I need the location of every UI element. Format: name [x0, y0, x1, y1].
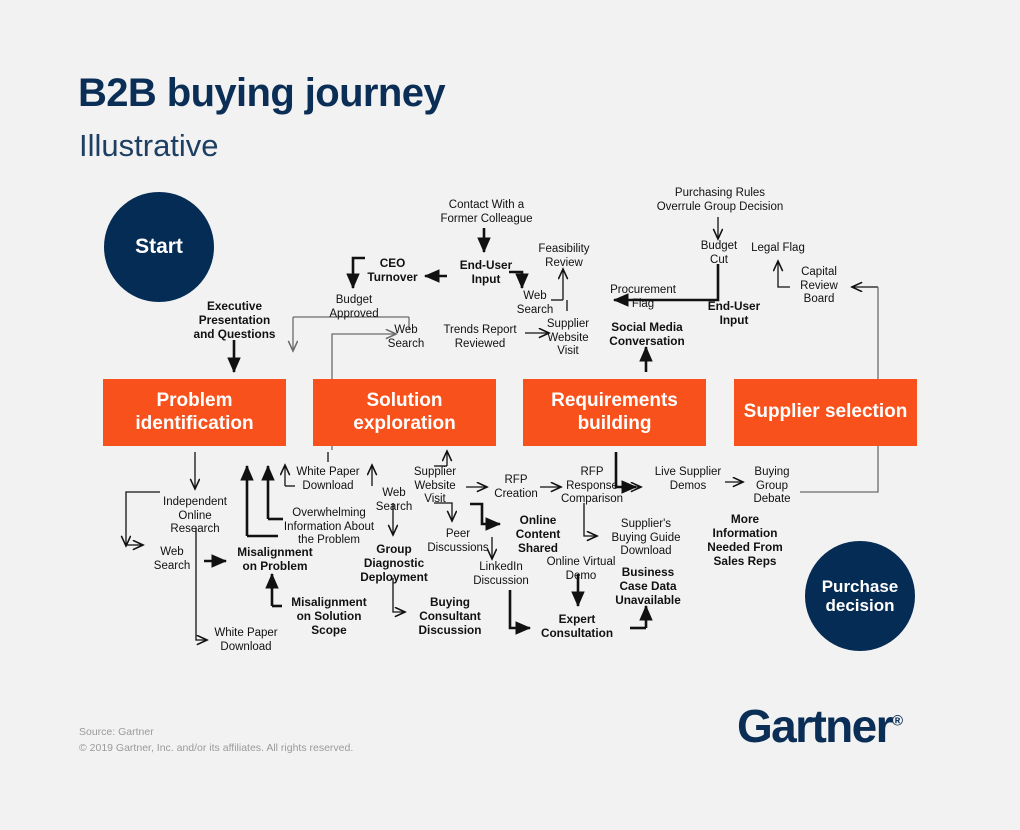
stage-solution-exploration: Solution exploration	[313, 379, 496, 446]
start-node: Start	[104, 192, 214, 302]
node-white-paper-download-upper: White Paper Download	[296, 466, 360, 492]
node-contact-with-a-former-colleague: Contact With a Former Colleague	[440, 199, 533, 225]
node-budget-approved: Budget Approved	[329, 294, 379, 320]
node-linkedin-discussion: LinkedIn Discussion	[473, 561, 529, 587]
node-misalignment-on-solution-scope: Misalignment on Solution Scope	[291, 595, 367, 637]
node-peer-discussions: Peer Discussions	[427, 528, 489, 554]
node-live-supplier-demos: Live Supplier Demos	[654, 466, 722, 492]
node-business-case-data-unavailable: Business Case Data Unavailable	[615, 565, 681, 607]
node-procurement-flag: Procurement Flag	[610, 284, 676, 310]
node-rfp-response-comparison: RFP Response Comparison	[561, 466, 623, 506]
node-social-media-conversation: Social Media Conversation	[609, 320, 685, 348]
node-end-user-input-top-right: End-User Input	[707, 299, 761, 327]
node-rfp-creation: RFP Creation	[494, 474, 538, 500]
page-subtitle: Illustrative	[79, 128, 219, 163]
node-buying-consultant-discussion: Buying Consultant Discussion	[418, 595, 482, 637]
node-web-search-left: Web Search	[153, 546, 191, 572]
node-white-paper-download-left: White Paper Download	[214, 627, 278, 653]
page-title: B2B buying journey	[78, 71, 446, 115]
node-independent-online-research: Independent Online Research	[163, 496, 227, 536]
node-supplier-website-visit-below: Supplier Website Visit	[413, 466, 457, 506]
stage-problem-identification: Problem identification	[103, 379, 286, 446]
node-misalignment-on-problem: Misalignment on Problem	[237, 545, 313, 573]
purchase-decision-node: Purchase decision	[805, 541, 915, 651]
node-expert-consultation: Expert Consultation	[540, 612, 614, 640]
node-buying-group-debate: Buying Group Debate	[753, 466, 791, 506]
node-web-search-feasibility: Web Search	[516, 290, 554, 316]
node-supplier-website-visit-top: Supplier Website Visit	[546, 318, 590, 358]
node-end-user-input-top-left: End-User Input	[459, 258, 513, 286]
stage-requirements-building: Requirements building	[523, 379, 706, 446]
node-purchasing-rules-overrule-group-decision: Purchasing Rules Overrule Group Decision	[656, 187, 784, 213]
diagram-canvas: B2B buying journey Illustrative Start Pu…	[0, 0, 1020, 830]
registered-trademark-icon: ®	[891, 712, 904, 730]
node-trends-report-reviewed: Trends Report Reviewed	[443, 324, 517, 350]
source-note: Source: Gartner © 2019 Gartner, Inc. and…	[79, 726, 354, 754]
gartner-logo-text: Gartner	[737, 700, 894, 752]
node-executive-presentation-and-questions: Executive Presentation and Questions	[193, 299, 276, 341]
node-web-search-solution-top: Web Search	[387, 324, 425, 350]
node-more-information-needed-from-sales-reps: More Information Needed From Sales Reps	[707, 512, 783, 568]
node-capital-review-board: Capital Review Board	[800, 266, 838, 306]
stage-supplier-selection: Supplier selection	[734, 379, 917, 446]
node-budget-cut: Budget Cut	[700, 240, 738, 266]
node-feasibility-review: Feasibility Review	[538, 243, 590, 269]
node-legal-flag: Legal Flag	[751, 242, 805, 254]
gartner-logo: Gartner®	[737, 703, 903, 749]
node-suppliers-buying-guide-download: Supplier's Buying Guide Download	[611, 518, 681, 558]
node-online-content-shared: Online Content Shared	[515, 513, 561, 555]
node-ceo-turnover: CEO Turnover	[367, 256, 418, 284]
